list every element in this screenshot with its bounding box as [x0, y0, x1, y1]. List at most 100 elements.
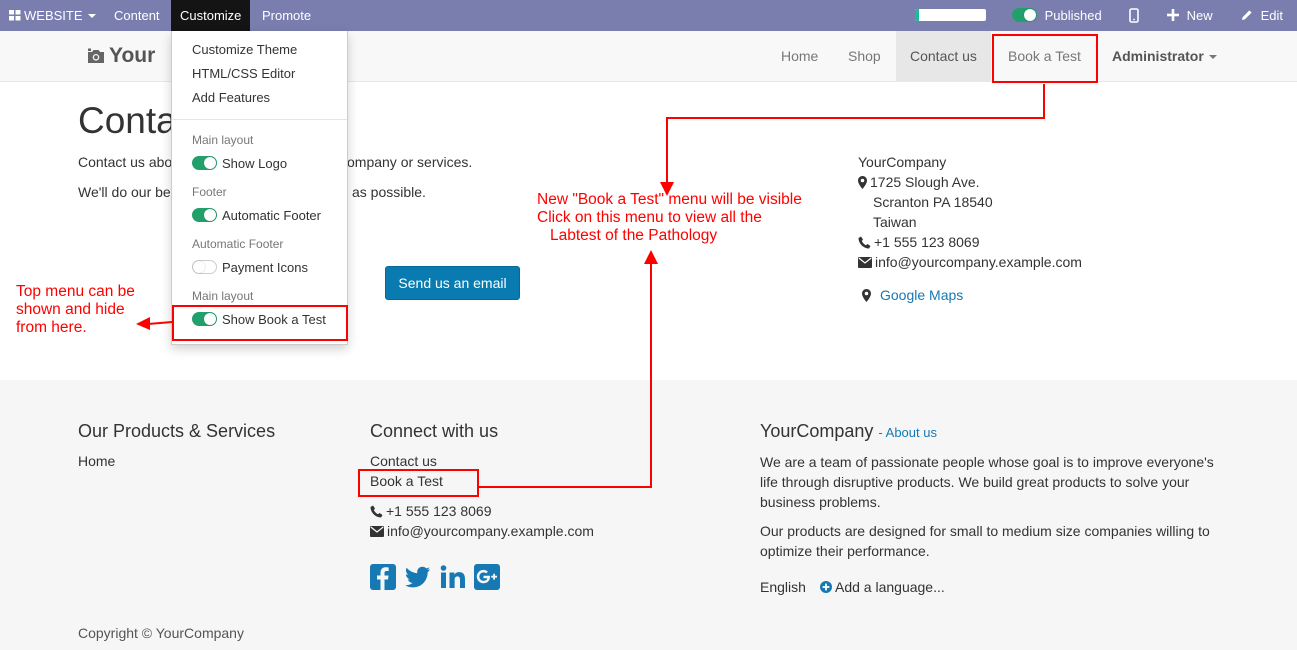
- menu-item-customize-theme[interactable]: Customize Theme: [192, 42, 297, 57]
- google-maps-row[interactable]: Google Maps: [862, 287, 963, 303]
- company-email[interactable]: info@yourcompany.example.com: [875, 254, 1082, 270]
- pencil-icon: [1242, 10, 1252, 20]
- company-city: Scranton PA 18540: [873, 194, 993, 210]
- menu-header-automatic-footer: Automatic Footer: [192, 237, 284, 251]
- edit-button[interactable]: Edit: [1232, 0, 1292, 31]
- new-label: New: [1186, 8, 1213, 23]
- annotation-menu-note-1: Top menu can be: [16, 283, 135, 300]
- edit-label: Edit: [1260, 8, 1284, 23]
- google-maps-link[interactable]: Google Maps: [880, 287, 963, 303]
- nav-shop[interactable]: Shop: [834, 31, 895, 81]
- toggle-switch: [1012, 8, 1037, 22]
- logo-text: Your: [109, 44, 156, 67]
- website-menu-button[interactable]: WEBSITE: [0, 0, 105, 31]
- customize-dropdown-menu: Customize Theme HTML/CSS Editor Add Feat…: [171, 31, 348, 345]
- toggle-label: Show Logo: [222, 156, 288, 171]
- menu-item-html-css-editor[interactable]: HTML/CSS Editor: [192, 66, 295, 81]
- phone-icon: [858, 236, 871, 249]
- nav-home[interactable]: Home: [767, 31, 832, 81]
- arrowhead-up: [644, 250, 658, 264]
- toggle-label: Payment Icons: [222, 260, 308, 275]
- footer-contact-us-link[interactable]: Contact us: [370, 453, 437, 469]
- footer-about-us-link[interactable]: - About us: [878, 425, 937, 440]
- menu-header-main-layout: Main layout: [192, 289, 254, 303]
- toggle-show-logo[interactable]: Show Logo: [192, 156, 287, 171]
- plus-icon: [1167, 9, 1179, 21]
- annotation-book-note-3: Labtest of the Pathology: [550, 227, 718, 244]
- annotation-menu-note-2: shown and hide: [16, 301, 125, 318]
- footer-add-language[interactable]: Add a language...: [820, 579, 945, 595]
- annotation-highlight-nav-book-a-test: [992, 34, 1098, 83]
- admin-bar: WEBSITE Content Customize Promote Publis…: [0, 0, 1297, 31]
- nav-administrator[interactable]: Administrator: [1098, 31, 1231, 81]
- footer-phone: +1 555 123 8069: [386, 503, 492, 519]
- toggle-switch: [192, 208, 217, 222]
- intro-line-2-start: We'll do our be: [78, 184, 171, 200]
- map-marker-icon: [862, 289, 871, 302]
- promote-menu-button[interactable]: Promote: [253, 0, 320, 31]
- company-phone: +1 555 123 8069: [874, 234, 980, 250]
- arrow-toggle-to-note: [147, 321, 173, 325]
- intro-line-1-end: ompany or services.: [347, 154, 473, 170]
- arrow-nav-to-note: [666, 84, 1045, 184]
- send-email-button[interactable]: Send us an email: [385, 266, 520, 300]
- footer-email[interactable]: info@yourcompany.example.com: [387, 523, 594, 539]
- administrator-label: Administrator: [1112, 48, 1204, 64]
- company-phone-row: +1 555 123 8069: [858, 234, 980, 250]
- plus-circle-icon: [820, 581, 832, 593]
- footer-copyright: Copyright © YourCompany: [78, 625, 244, 641]
- mobile-icon: [1129, 8, 1139, 23]
- toggle-payment-icons[interactable]: Payment Icons: [192, 260, 308, 275]
- menu-header-main-layout: Main layout: [192, 133, 254, 147]
- company-street: 1725 Slough Ave.: [870, 174, 980, 190]
- company-country: Taiwan: [873, 214, 917, 230]
- new-button[interactable]: New: [1158, 0, 1222, 31]
- google-plus-icon[interactable]: [474, 564, 500, 590]
- toggle-switch: [192, 156, 217, 170]
- arrowhead-left: [136, 317, 150, 330]
- annotation-book-note-2: Click on this menu to view all the: [537, 209, 762, 226]
- footer-about-paragraph-1: We are a team of passionate people whose…: [760, 454, 1214, 510]
- nav-contact-us[interactable]: Contact us: [896, 31, 991, 81]
- content-menu-button[interactable]: Content: [105, 0, 169, 31]
- company-email-row: info@yourcompany.example.com: [858, 254, 1082, 270]
- intro-line-1-start: Contact us abo: [78, 154, 173, 170]
- customize-menu-button[interactable]: Customize: [171, 0, 251, 31]
- toggle-label: Automatic Footer: [222, 208, 321, 223]
- annotation-menu-note-3: from here.: [16, 319, 87, 336]
- add-language-label: Add a language...: [835, 579, 945, 595]
- company-logo[interactable]: Your: [87, 44, 155, 68]
- footer-home-link[interactable]: Home: [78, 453, 115, 469]
- envelope-icon: [370, 526, 384, 537]
- website-label: WEBSITE: [24, 8, 83, 23]
- company-name: YourCompany: [858, 154, 947, 170]
- page-title: Conta: [78, 100, 177, 141]
- linkedin-icon[interactable]: [440, 564, 466, 590]
- footer-about-company: YourCompany: [760, 421, 874, 441]
- footer-about-paragraph-2: Our products are designed for small to m…: [760, 523, 1210, 559]
- published-toggle[interactable]: Published: [1003, 0, 1111, 31]
- footer-language-english[interactable]: English: [760, 579, 806, 595]
- facebook-icon[interactable]: [370, 564, 396, 590]
- menu-item-add-features[interactable]: Add Features: [192, 90, 270, 105]
- footer-email-row: info@yourcompany.example.com: [370, 523, 594, 539]
- footer-phone-row: +1 555 123 8069: [370, 503, 492, 519]
- annotation-highlight-show-book-a-test: [172, 305, 348, 341]
- mobile-preview-button[interactable]: [1120, 0, 1148, 31]
- caret-down-icon: [1208, 55, 1217, 59]
- toggle-automatic-footer[interactable]: Automatic Footer: [192, 208, 321, 223]
- map-marker-icon: [858, 176, 867, 189]
- toggle-switch: [192, 260, 217, 274]
- intro-line-2-end: as possible.: [352, 184, 426, 200]
- company-street-row: 1725 Slough Ave.: [858, 174, 980, 190]
- footer-about-heading: YourCompany - About us: [760, 421, 937, 442]
- camera-icon: [88, 48, 104, 63]
- twitter-icon[interactable]: [405, 564, 431, 590]
- envelope-icon: [858, 257, 872, 268]
- phone-icon: [370, 505, 383, 518]
- menu-header-footer: Footer: [192, 185, 227, 199]
- apps-icon: [9, 10, 21, 21]
- annotation-highlight-footer-book-a-test: [358, 469, 479, 497]
- footer-connect-heading: Connect with us: [370, 421, 499, 441]
- footer-products-heading: Our Products & Services: [78, 421, 276, 441]
